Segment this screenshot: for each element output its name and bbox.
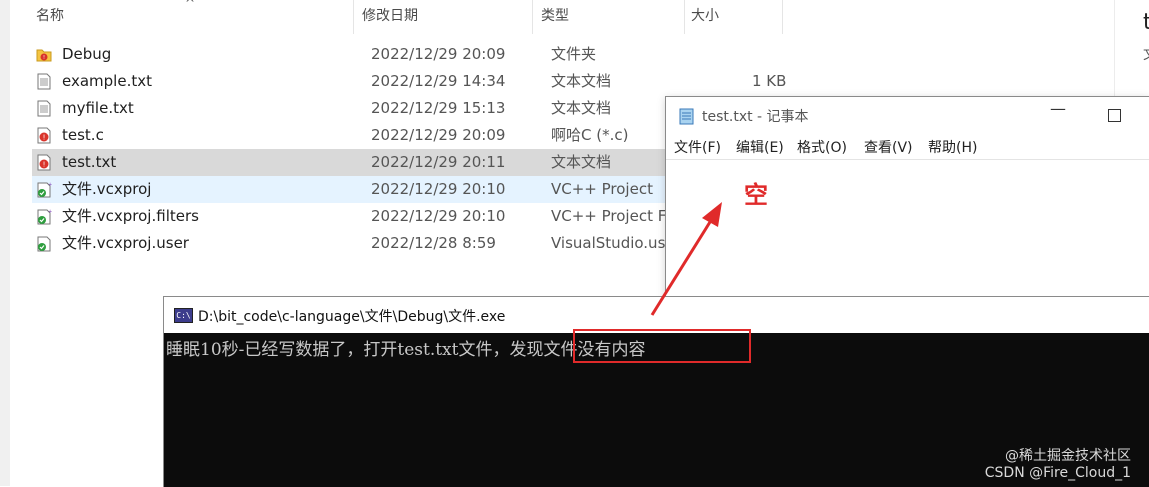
- c-source-file-icon: !: [37, 127, 51, 144]
- notepad-text-area[interactable]: 空: [666, 159, 1149, 308]
- watermark: @稀土掘金技术社区 CSDN @Fire_Cloud_1: [985, 448, 1131, 482]
- notepad-window: test.txt - 记事本 — 文件(F) 编辑(E) 格式(O) 查看(V)…: [665, 96, 1149, 308]
- file-name: 文件.vcxproj.filters: [62, 207, 199, 225]
- menu-help[interactable]: 帮助(H): [928, 137, 977, 157]
- file-modified: 2022/12/29 20:10: [371, 207, 506, 225]
- folder-icon: !: [36, 49, 52, 62]
- preview-title: t: [1143, 10, 1149, 35]
- text-file-icon: [37, 73, 51, 90]
- file-modified: 2022/12/29 14:34: [371, 72, 506, 90]
- file-name: 文件.vcxproj: [62, 180, 152, 198]
- file-name: myfile.txt: [62, 99, 134, 117]
- svg-text:++: ++: [48, 209, 52, 215]
- notepad-icon: [679, 108, 694, 125]
- maximize-button[interactable]: [1108, 109, 1121, 122]
- column-divider[interactable]: [782, 0, 783, 34]
- notepad-menu-bar: 文件(F) 编辑(E) 格式(O) 查看(V) 帮助(H): [666, 135, 1149, 159]
- file-row-debug[interactable]: ! Debug 2022/12/29 20:09 文件夹: [32, 41, 1114, 68]
- svg-text:!: !: [43, 161, 46, 169]
- file-modified: 2022/12/29 20:10: [371, 180, 506, 198]
- column-header-bar: 名称 ^ 修改日期 类型 大小: [10, 0, 1114, 34]
- file-type: 文本文档: [551, 99, 612, 117]
- file-name: Debug: [62, 45, 112, 63]
- console-title-bar[interactable]: C:\ D:\bit_code\c-language\文件\Debug\文件.e…: [164, 297, 1149, 333]
- preview-subtitle: 文: [1143, 44, 1149, 64]
- console-title: D:\bit_code\c-language\文件\Debug\文件.exe: [198, 309, 506, 325]
- notepad-title: test.txt - 记事本: [702, 109, 809, 125]
- notepad-title-bar[interactable]: test.txt - 记事本 —: [666, 97, 1149, 133]
- file-modified: 2022/12/29 20:11: [371, 153, 506, 171]
- column-header-type[interactable]: 类型: [541, 0, 569, 34]
- column-divider[interactable]: [532, 0, 533, 34]
- file-type: 啊哈C (*.c): [551, 126, 629, 144]
- menu-format[interactable]: 格式(O): [797, 137, 847, 157]
- column-divider[interactable]: [353, 0, 354, 34]
- file-type: VC++ Project: [551, 180, 653, 198]
- file-row-example-txt[interactable]: example.txt 2022/12/29 14:34 文本文档 1 KB: [32, 68, 1114, 95]
- vcxproj-file-icon: ++: [37, 209, 52, 225]
- file-name: test.c: [62, 126, 104, 144]
- column-header-name[interactable]: 名称: [36, 0, 64, 34]
- watermark-line-2: CSDN @Fire_Cloud_1: [984, 465, 1131, 481]
- sort-ascending-icon: ^: [185, 0, 196, 10]
- column-divider[interactable]: [684, 0, 685, 34]
- menu-file[interactable]: 文件(F): [674, 137, 721, 157]
- svg-text:!: !: [43, 55, 45, 61]
- console-app-icon: C:\: [174, 308, 193, 323]
- menu-view[interactable]: 查看(V): [864, 137, 913, 157]
- file-type: 文本文档: [551, 72, 612, 90]
- svg-text:++: ++: [48, 182, 52, 188]
- empty-annotation: 空: [744, 181, 768, 209]
- file-modified: 2022/12/29 20:09: [371, 45, 506, 63]
- console-output-text: 睡眠10秒-已经写数据了，打开test.txt文件，: [166, 340, 510, 360]
- vcxproj-file-icon: ++: [37, 182, 52, 198]
- file-name: test.txt: [62, 153, 117, 171]
- file-name: 文件.vcxproj.user: [62, 234, 189, 252]
- file-modified: 2022/12/28 8:59: [371, 234, 496, 252]
- text-file-icon: [37, 100, 51, 117]
- column-header-size[interactable]: 大小: [691, 0, 719, 34]
- file-name: example.txt: [62, 72, 152, 90]
- file-modified: 2022/12/29 15:13: [371, 99, 506, 117]
- file-type: 文件夹: [551, 45, 597, 63]
- menu-edit[interactable]: 编辑(E): [736, 137, 784, 157]
- minimize-button[interactable]: —: [1050, 99, 1066, 118]
- file-size: 1 KB: [752, 72, 787, 90]
- vs-user-file-icon: [37, 236, 51, 252]
- text-file-icon: !: [37, 154, 51, 171]
- column-header-modified[interactable]: 修改日期: [362, 0, 418, 34]
- file-type: 文本文档: [551, 153, 612, 171]
- highlight-box: [573, 329, 751, 363]
- watermark-line-1: @稀土掘金技术社区: [1005, 448, 1131, 464]
- file-modified: 2022/12/29 20:09: [371, 126, 506, 144]
- svg-text:!: !: [43, 134, 46, 142]
